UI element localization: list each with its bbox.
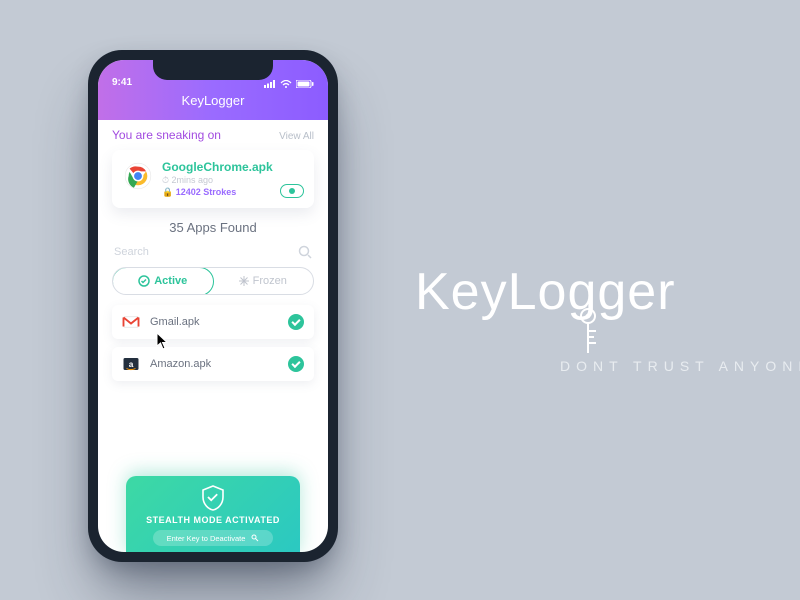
gmail-icon: [122, 313, 140, 331]
chrome-icon: [124, 162, 152, 190]
app-row-gmail[interactable]: Gmail.apk: [112, 305, 314, 339]
featured-app-card[interactable]: GoogleChrome.apk ⏱ 2mins ago 🔒 12402 Str…: [112, 150, 314, 208]
phone-frame: 9:41 KeyLogger You are sneaking on View …: [88, 50, 338, 562]
key-small-icon: [251, 534, 259, 542]
tab-frozen[interactable]: Frozen: [213, 268, 314, 294]
app-name: Gmail.apk: [150, 316, 200, 328]
featured-app-name: GoogleChrome.apk: [162, 160, 273, 174]
brand-tagline: DONT TRUST ANYONE: [560, 358, 800, 374]
key-icon: [578, 308, 598, 358]
filter-tabs: Active Frozen: [112, 267, 314, 295]
search-icon: [298, 245, 312, 259]
stealth-title: STEALTH MODE ACTIVATED: [126, 515, 300, 525]
search-placeholder: Search: [114, 246, 149, 258]
check-icon: [288, 314, 304, 330]
status-time: 9:41: [112, 77, 132, 88]
wifi-icon: [280, 80, 292, 88]
svg-text:a: a: [129, 360, 134, 369]
phone-notch: [153, 58, 273, 80]
apps-found-label: 35 Apps Found: [112, 220, 314, 235]
signal-icon: [264, 80, 276, 88]
battery-icon: [296, 80, 314, 88]
view-all-link[interactable]: View All: [279, 131, 314, 142]
stealth-banner[interactable]: STEALTH MODE ACTIVATED Enter Key to Deac…: [126, 476, 300, 552]
brand-wordmark: KeyLogger: [415, 262, 676, 322]
search-field[interactable]: Search: [112, 241, 314, 267]
app-header: KeyLogger: [98, 90, 328, 120]
brand-key-prefix: Key: [415, 263, 508, 321]
brand-block: KeyLogger DONT TRUST ANYONE: [415, 262, 676, 322]
app-row-amazon[interactable]: a Amazon.apk: [112, 347, 314, 381]
shield-check-icon: [199, 484, 227, 512]
stealth-hint: Enter Key to Deactivate: [167, 534, 246, 543]
featured-app-strokes: 🔒 12402 Strokes: [162, 187, 273, 198]
phone-screen: 9:41 KeyLogger You are sneaking on View …: [98, 60, 328, 552]
check-icon: [288, 356, 304, 372]
check-circle-icon: [138, 275, 150, 287]
featured-app-time: ⏱ 2mins ago: [162, 174, 273, 187]
snowflake-icon: [239, 276, 249, 286]
tab-active[interactable]: Active: [112, 267, 214, 295]
stealth-hint-pill[interactable]: Enter Key to Deactivate: [153, 530, 273, 546]
sneaking-label: You are sneaking on: [112, 128, 221, 142]
app-title: KeyLogger: [182, 93, 245, 108]
amazon-icon: a: [122, 355, 140, 373]
eye-icon[interactable]: [280, 184, 304, 198]
app-name: Amazon.apk: [150, 358, 211, 370]
